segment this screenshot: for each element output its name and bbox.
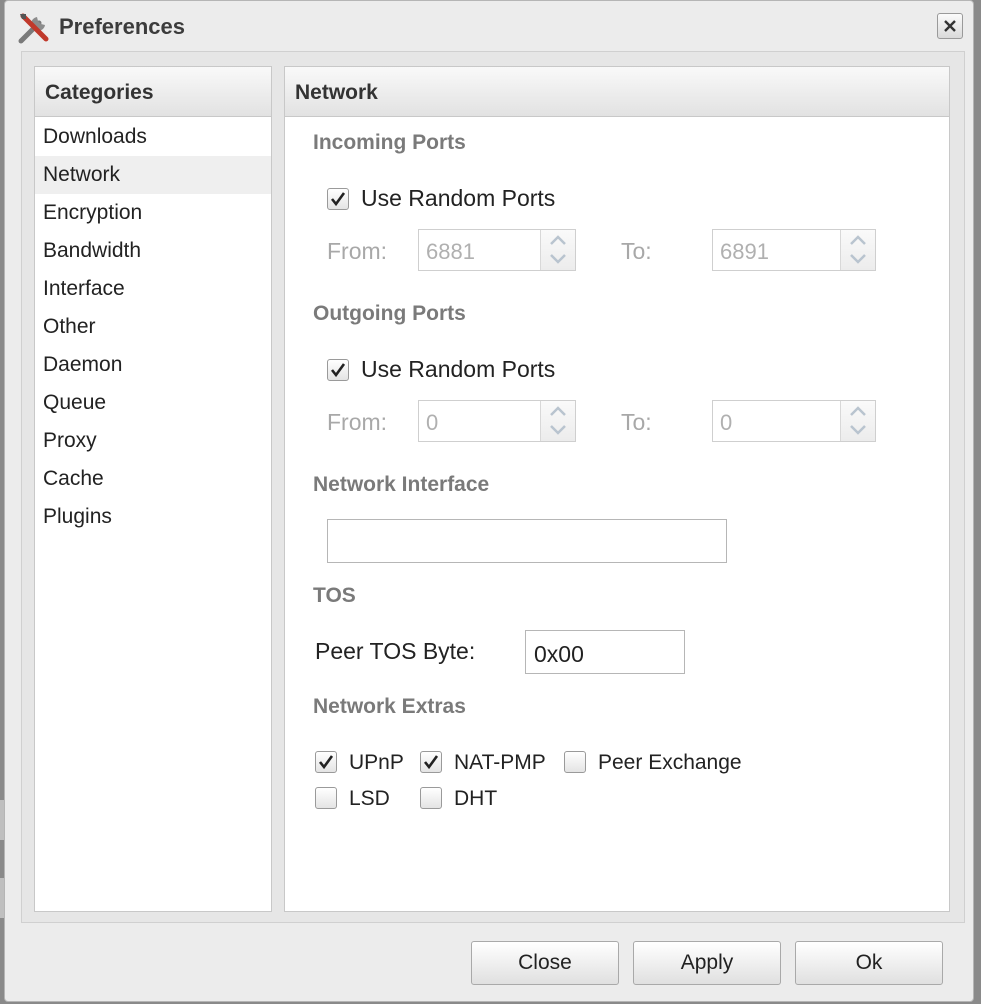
- check-icon: [330, 363, 346, 378]
- check-icon: [423, 755, 439, 770]
- ok-button[interactable]: Ok: [795, 941, 943, 985]
- category-item-encryption[interactable]: Encryption: [35, 194, 271, 232]
- category-item-plugins[interactable]: Plugins: [35, 498, 271, 536]
- dialog-body: Categories Downloads Network Encryption …: [21, 51, 965, 923]
- category-item-other[interactable]: Other: [35, 308, 271, 346]
- title-bar[interactable]: Preferences: [5, 1, 973, 53]
- incoming-random-checkbox[interactable]: [327, 188, 349, 210]
- outgoing-to-spinner[interactable]: 0: [712, 400, 876, 442]
- lsd-checkbox[interactable]: [315, 787, 337, 809]
- chevron-down-icon: [550, 425, 566, 435]
- natpmp-checkbox[interactable]: [420, 751, 442, 773]
- categories-list: Downloads Network Encryption Bandwidth I…: [35, 117, 271, 536]
- incoming-from-value: 6881: [426, 239, 475, 264]
- categories-header: Categories: [35, 67, 271, 117]
- dht-label: DHT: [454, 787, 498, 810]
- outgoing-from-label: From:: [327, 409, 388, 435]
- spinner-arrows[interactable]: [840, 230, 875, 270]
- upnp-label: UPnP: [349, 751, 404, 774]
- category-item-downloads[interactable]: Downloads: [35, 118, 271, 156]
- chevron-up-icon: [550, 235, 566, 245]
- incoming-ports-title: Incoming Ports: [313, 131, 466, 154]
- category-item-cache[interactable]: Cache: [35, 460, 271, 498]
- spinner-arrows[interactable]: [540, 230, 575, 270]
- incoming-to-value: 6891: [720, 239, 769, 264]
- close-icon[interactable]: [937, 13, 963, 39]
- incoming-from-spinner[interactable]: 6881: [418, 229, 576, 271]
- network-panel: Network Incoming Ports Use Random Ports …: [284, 66, 950, 912]
- outgoing-ports-title: Outgoing Ports: [313, 302, 466, 325]
- incoming-random-label: Use Random Ports: [361, 185, 556, 211]
- category-item-bandwidth[interactable]: Bandwidth: [35, 232, 271, 270]
- close-button[interactable]: Close: [471, 941, 619, 985]
- dht-checkbox[interactable]: [420, 787, 442, 809]
- outgoing-from-spinner[interactable]: 0: [418, 400, 576, 442]
- network-interface-input[interactable]: [327, 519, 727, 563]
- category-item-daemon[interactable]: Daemon: [35, 346, 271, 384]
- outgoing-random-checkbox[interactable]: [327, 359, 349, 381]
- check-icon: [330, 192, 346, 207]
- categories-panel: Categories Downloads Network Encryption …: [34, 66, 272, 912]
- outgoing-random-label: Use Random Ports: [361, 356, 556, 382]
- preferences-dialog: Preferences Categories Downloads Network…: [4, 0, 974, 1002]
- category-item-network[interactable]: Network: [35, 156, 271, 194]
- network-extras-title: Network Extras: [313, 695, 466, 718]
- chevron-down-icon: [550, 254, 566, 264]
- check-icon: [318, 755, 334, 770]
- peer-exchange-label: Peer Exchange: [598, 751, 742, 774]
- category-item-queue[interactable]: Queue: [35, 384, 271, 422]
- category-item-proxy[interactable]: Proxy: [35, 422, 271, 460]
- category-item-interface[interactable]: Interface: [35, 270, 271, 308]
- chevron-down-icon: [850, 254, 866, 264]
- incoming-to-spinner[interactable]: 6891: [712, 229, 876, 271]
- incoming-from-label: From:: [327, 238, 388, 264]
- spinner-arrows[interactable]: [840, 401, 875, 441]
- spinner-arrows[interactable]: [540, 401, 575, 441]
- peer-tos-value: 0x00: [534, 641, 584, 667]
- network-header: Network: [285, 67, 949, 117]
- lsd-label: LSD: [349, 787, 390, 810]
- peer-tos-input[interactable]: 0x00: [525, 630, 685, 674]
- chevron-up-icon: [550, 406, 566, 416]
- peer-exchange-checkbox[interactable]: [564, 751, 586, 773]
- peer-tos-label: Peer TOS Byte:: [315, 638, 476, 664]
- tos-title: TOS: [313, 584, 356, 607]
- outgoing-to-value: 0: [720, 410, 733, 435]
- tools-icon: [18, 13, 49, 44]
- chevron-down-icon: [850, 425, 866, 435]
- upnp-checkbox[interactable]: [315, 751, 337, 773]
- apply-button[interactable]: Apply: [633, 941, 781, 985]
- chevron-up-icon: [850, 406, 866, 416]
- outgoing-to-label: To:: [621, 409, 652, 435]
- natpmp-label: NAT-PMP: [454, 751, 546, 774]
- chevron-up-icon: [850, 235, 866, 245]
- network-interface-title: Network Interface: [313, 473, 490, 496]
- outgoing-from-value: 0: [426, 410, 439, 435]
- incoming-to-label: To:: [621, 238, 652, 264]
- dialog-title: Preferences: [59, 14, 185, 39]
